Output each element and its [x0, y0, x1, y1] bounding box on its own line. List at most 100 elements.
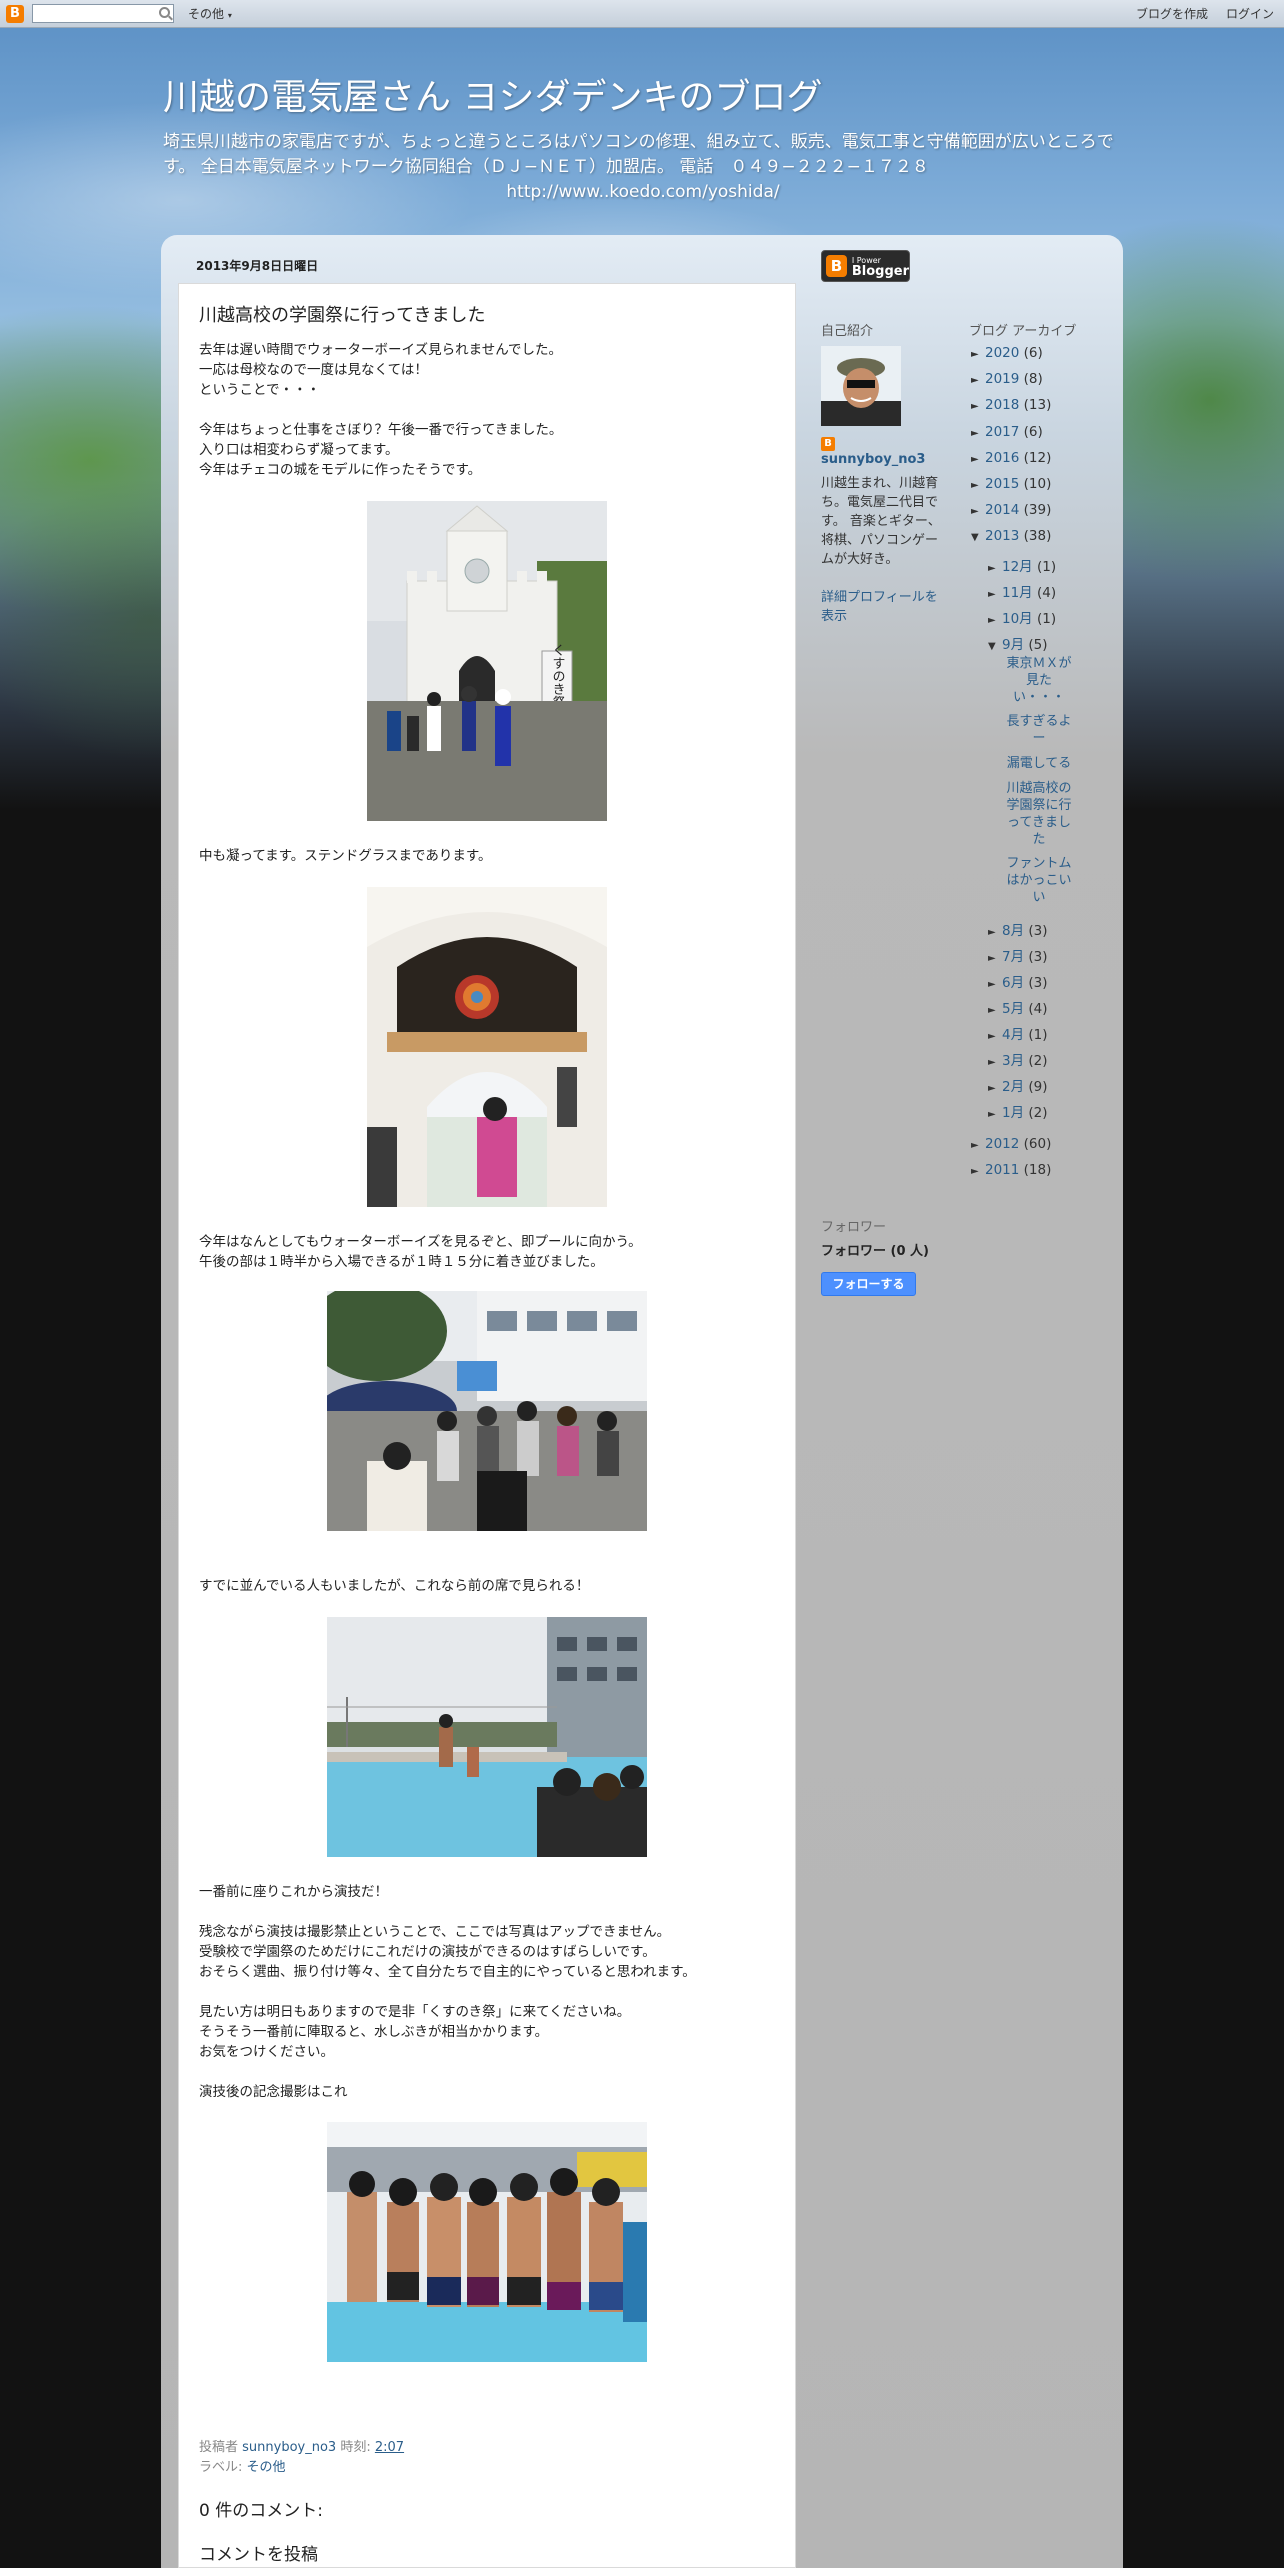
- archive-year-link[interactable]: 2013: [985, 528, 1019, 544]
- archive-year-count: (39): [1023, 502, 1052, 519]
- archive-year-link[interactable]: 2011: [985, 1162, 1019, 1178]
- post-line: おそらく選曲、振り付け等々、全て自分たちで自主的にやっていると思われます。: [199, 1964, 696, 1980]
- archive-month-count: (3): [1028, 923, 1048, 939]
- archive-year-link[interactable]: 2018: [985, 397, 1019, 413]
- archive-month-link[interactable]: 12月: [1002, 559, 1033, 575]
- archive-year-count: (10): [1023, 476, 1052, 492]
- archive-post-link[interactable]: ファントムはかっこいい: [1003, 855, 1075, 906]
- collapsed-toggle-icon[interactable]: ►: [971, 454, 985, 465]
- archive-year-link[interactable]: 2020: [985, 345, 1019, 361]
- collapsed-toggle-icon[interactable]: ►: [971, 506, 985, 517]
- expanded-toggle-icon[interactable]: ▼: [988, 641, 1002, 652]
- blog-description-text: 埼玉県川越市の家電店ですが、ちょっと違うところはパソコンの修理、組み立て、販売、…: [163, 132, 1114, 177]
- powered-by-blogger-badge[interactable]: B I Power Blogger: [821, 250, 910, 282]
- archive-year-count: (13): [1023, 397, 1052, 414]
- archive-month: ► 7月 (3): [988, 945, 1048, 965]
- permalink-time[interactable]: 2:07: [375, 2440, 404, 2455]
- collapsed-toggle-icon[interactable]: ►: [971, 1166, 985, 1177]
- archive-month-link[interactable]: 10月: [1002, 611, 1033, 627]
- expanded-toggle-icon[interactable]: ▼: [971, 532, 985, 543]
- post-photo-stained-glass[interactable]: [367, 887, 607, 1207]
- archive-month-link[interactable]: 4月: [1002, 1027, 1024, 1043]
- archive-post-link[interactable]: 漏電してる: [1003, 755, 1075, 772]
- archive-year: ► 2011 (18): [971, 1162, 1051, 1178]
- archive-year-link[interactable]: 2014: [985, 502, 1019, 518]
- post-line: 受験校で学園祭のためだけにこれだけの演技ができるのはすばらしいです。: [199, 1944, 656, 1960]
- profile-avatar[interactable]: [821, 346, 901, 426]
- archive-month-link[interactable]: 8月: [1002, 923, 1024, 939]
- archive-month-link[interactable]: 1月: [1002, 1105, 1024, 1121]
- archive-year: ▼ 2013 (38): [971, 528, 1051, 544]
- login-link[interactable]: ログイン: [1226, 5, 1274, 22]
- post-title[interactable]: 川越高校の学園祭に行ってきました: [199, 301, 486, 327]
- author-link[interactable]: sunnyboy_no3: [242, 2440, 336, 2455]
- archive-post-link[interactable]: 東京ＭＸが見たい・・・: [1003, 655, 1075, 706]
- archive-post-link[interactable]: 川越高校の学園祭に行ってきました: [1003, 780, 1075, 848]
- archive-month-count: (1): [1036, 611, 1057, 627]
- post-comment-heading: コメントを投稿: [199, 2545, 318, 2565]
- post-photo-group[interactable]: [327, 2122, 647, 2362]
- archive-year-link[interactable]: 2012: [985, 1136, 1019, 1152]
- archive-month-count: (9): [1028, 1079, 1048, 1095]
- collapsed-toggle-icon[interactable]: ►: [988, 1109, 1002, 1120]
- post-photo-pool[interactable]: [327, 1617, 647, 1857]
- blogger-logo-icon[interactable]: B: [6, 4, 24, 23]
- profile-name-link[interactable]: Bsunnyboy_no3: [821, 432, 941, 469]
- search-icon[interactable]: [159, 7, 170, 18]
- collapsed-toggle-icon[interactable]: ►: [988, 1005, 1002, 1016]
- collapsed-toggle-icon[interactable]: ►: [988, 589, 1002, 600]
- archive-month: ► 3月 (2): [988, 1049, 1048, 1069]
- label-link[interactable]: その他: [247, 2460, 286, 2475]
- collapsed-toggle-icon[interactable]: ►: [971, 349, 985, 360]
- follow-button[interactable]: フォローする: [821, 1272, 916, 1296]
- blog-title[interactable]: 川越の電気屋さん ヨシダデンキのブログ: [163, 68, 822, 120]
- archive-month-link[interactable]: 11月: [1002, 585, 1033, 601]
- collapsed-toggle-icon[interactable]: ►: [988, 953, 1002, 964]
- collapsed-toggle-icon[interactable]: ►: [971, 480, 985, 491]
- archive-year-link[interactable]: 2017: [985, 424, 1019, 440]
- post-paragraph: 去年は遅い時間でウォーターボーイズ見られませんでした。 一応は母校なので一度は見…: [199, 340, 779, 400]
- archive-month-count: (5): [1028, 637, 1048, 654]
- archive-month: ▼ 9月 (5): [988, 633, 1048, 653]
- archive-month-link[interactable]: 2月: [1002, 1079, 1024, 1095]
- caret-down-icon: ▾: [227, 11, 232, 20]
- archive-month-link[interactable]: 5月: [1002, 1001, 1024, 1017]
- more-menu[interactable]: その他 ▾: [188, 5, 232, 22]
- archive-month-link[interactable]: 3月: [1002, 1053, 1024, 1069]
- collapsed-toggle-icon[interactable]: ►: [988, 1057, 1002, 1068]
- profile-heading: 自己紹介: [821, 324, 874, 339]
- collapsed-toggle-icon[interactable]: ►: [988, 1031, 1002, 1042]
- collapsed-toggle-icon[interactable]: ►: [988, 563, 1002, 574]
- archive-year-link[interactable]: 2015: [985, 476, 1019, 492]
- archive-year: ► 2015 (10): [971, 476, 1051, 492]
- archive-month-link[interactable]: 7月: [1002, 949, 1024, 965]
- collapsed-toggle-icon[interactable]: ►: [988, 927, 1002, 938]
- post-line: 演技後の記念撮影はこれ: [199, 2084, 348, 2100]
- create-blog-link[interactable]: ブログを作成: [1136, 5, 1208, 22]
- collapsed-toggle-icon[interactable]: ►: [971, 428, 985, 439]
- archive-month: ► 6月 (3): [988, 971, 1048, 991]
- collapsed-toggle-icon[interactable]: ►: [971, 375, 985, 386]
- archive-year-count: (38): [1023, 528, 1052, 545]
- collapsed-toggle-icon[interactable]: ►: [988, 1083, 1002, 1094]
- archive-month-link[interactable]: 9月: [1002, 637, 1024, 653]
- post-photo-queue[interactable]: [327, 1291, 647, 1531]
- archive-month: ► 1月 (2): [988, 1101, 1048, 1121]
- post-line: 入り口は相変わらず凝ってます。: [199, 442, 399, 458]
- collapsed-toggle-icon[interactable]: ►: [988, 979, 1002, 990]
- view-full-profile-link[interactable]: 詳細プロフィールを表示: [821, 588, 943, 626]
- archive-month-count: (4): [1036, 584, 1057, 601]
- collapsed-toggle-icon[interactable]: ►: [988, 615, 1002, 626]
- post-photo-castle[interactable]: くすのき祭: [367, 501, 607, 821]
- archive-year-link[interactable]: 2019: [985, 371, 1019, 387]
- post-line: 今年はチェコの城をモデルに作ったそうです。: [199, 462, 482, 478]
- collapsed-toggle-icon[interactable]: ►: [971, 401, 985, 412]
- search-input[interactable]: [32, 4, 174, 23]
- archive-post-link[interactable]: 長すぎるよー: [1003, 713, 1075, 747]
- collapsed-toggle-icon[interactable]: ►: [971, 1140, 985, 1151]
- archive-year-link[interactable]: 2016: [985, 450, 1019, 466]
- archive-month: ► 4月 (1): [988, 1023, 1048, 1043]
- archive-month: ► 5月 (4): [988, 997, 1048, 1017]
- post-line: 午後の部は１時半から入場できるが１時１５分に着き並びました。: [199, 1254, 604, 1270]
- archive-month-link[interactable]: 6月: [1002, 975, 1024, 991]
